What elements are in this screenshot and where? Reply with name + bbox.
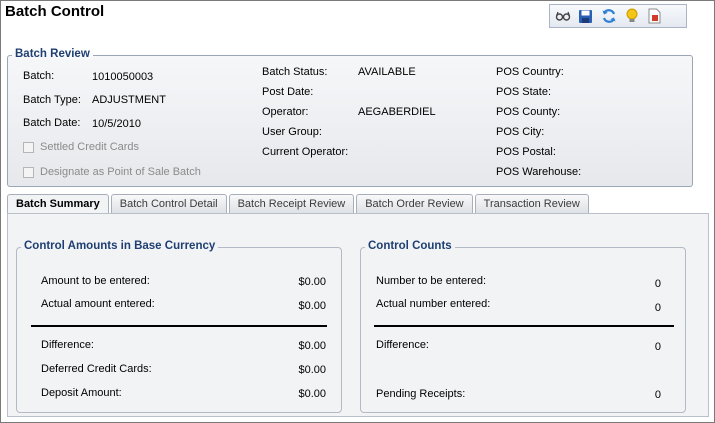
designate-pos-checkbox[interactable]: Designate as Point of Sale Batch (23, 166, 201, 178)
pos-warehouse-label: POS Warehouse: (496, 166, 582, 178)
user-group-label: User Group: (262, 126, 322, 138)
amount-difference-value: $0.00 (298, 340, 326, 352)
operator-label: Operator: (262, 106, 309, 118)
tab-transaction-review[interactable]: Transaction Review (474, 194, 589, 214)
batch-review-panel: Batch Review Batch: 1010050003 Batch Typ… (7, 48, 693, 187)
pos-postal-label: POS Postal: (496, 146, 556, 158)
settled-credit-cards-label: Settled Credit Cards (40, 141, 140, 153)
batch-status-value: AVAILABLE (358, 66, 416, 78)
batch-summary-panel: Control Amounts in Base Currency Amount … (7, 213, 709, 417)
pos-county-label: POS County: (496, 106, 561, 118)
deferred-credit-cards-value: $0.00 (298, 364, 326, 376)
amounts-divider (31, 325, 327, 327)
control-amounts-legend: Control Amounts in Base Currency (21, 240, 219, 252)
save-icon[interactable] (577, 8, 594, 25)
actual-amount-entered-label: Actual amount entered: (41, 298, 155, 310)
batch-type-value: ADJUSTMENT (92, 94, 166, 106)
control-counts-group: Control Counts Number to be entered: 0 A… (360, 240, 686, 413)
post-date-label: Post Date: (262, 86, 314, 98)
tab-batch-receipt-review[interactable]: Batch Receipt Review (228, 194, 355, 214)
document-icon[interactable] (646, 8, 663, 25)
batch-date-label: Batch Date: (23, 117, 81, 129)
operator-value: AEGABERDIEL (358, 106, 436, 118)
batch-review-legend: Batch Review (12, 48, 93, 60)
actual-number-entered-value: 0 (654, 302, 661, 314)
tab-batch-order-review[interactable]: Batch Order Review (356, 194, 473, 214)
pos-city-label: POS City: (496, 126, 545, 138)
refresh-icon[interactable] (600, 8, 617, 25)
count-difference-value: 0 (654, 341, 661, 353)
glasses-icon[interactable] (554, 8, 571, 25)
toolbar (549, 4, 687, 28)
settled-credit-cards-checkbox[interactable]: Settled Credit Cards (23, 141, 139, 153)
checkbox-box[interactable] (23, 166, 34, 178)
tab-strip: Batch Summary Batch Control Detail Batch… (7, 194, 589, 215)
batch-date-value: 10/5/2010 (92, 118, 141, 130)
pending-receipts-label: Pending Receipts: (376, 388, 466, 400)
amount-difference-label: Difference: (41, 339, 94, 351)
page-title: Batch Control (5, 3, 105, 20)
amount-to-be-entered-label: Amount to be entered: (41, 275, 150, 287)
deposit-amount-label: Deposit Amount: (41, 387, 122, 399)
batch-value: 1010050003 (92, 71, 154, 83)
control-amounts-group: Control Amounts in Base Currency Amount … (16, 240, 342, 413)
pending-receipts-value: 0 (654, 389, 661, 401)
window: Batch Control Batch Review Batch: 101005… (0, 0, 715, 423)
pos-country-label: POS Country: (496, 66, 564, 78)
actual-amount-entered-value: $0.00 (298, 300, 326, 312)
counts-divider (374, 325, 674, 327)
count-difference-label: Difference: (376, 339, 429, 351)
number-to-be-entered-value: 0 (654, 278, 661, 290)
batch-label: Batch: (23, 70, 55, 82)
deferred-credit-cards-label: Deferred Credit Cards: (41, 363, 152, 375)
deposit-amount-value: $0.00 (298, 388, 326, 400)
control-counts-legend: Control Counts (365, 240, 455, 252)
batch-type-label: Batch Type: (23, 94, 81, 106)
batch-status-label: Batch Status: (262, 66, 328, 78)
amount-to-be-entered-value: $0.00 (298, 276, 326, 288)
checkbox-box[interactable] (23, 141, 34, 153)
designate-pos-label: Designate as Point of Sale Batch (40, 166, 201, 178)
tab-batch-control-detail[interactable]: Batch Control Detail (110, 194, 227, 214)
pos-state-label: POS State: (496, 86, 552, 98)
number-to-be-entered-label: Number to be entered: (376, 275, 487, 287)
current-operator-label: Current Operator: (262, 146, 349, 158)
tab-batch-summary[interactable]: Batch Summary (7, 194, 109, 215)
actual-number-entered-label: Actual number entered: (376, 298, 491, 310)
lightbulb-icon[interactable] (623, 8, 640, 25)
